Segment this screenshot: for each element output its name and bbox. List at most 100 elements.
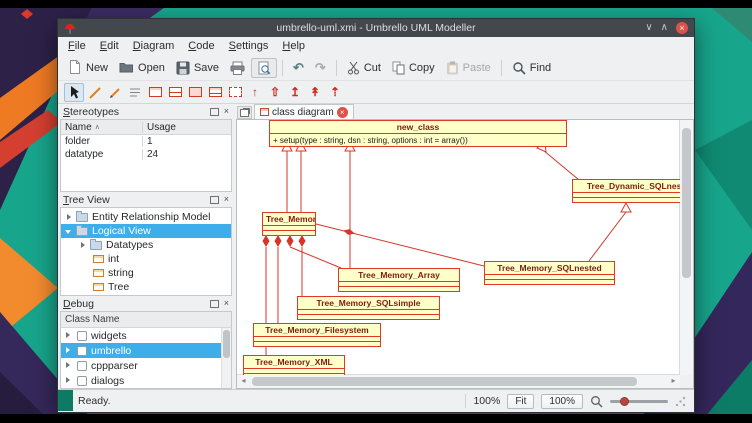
paste-button[interactable]: Paste bbox=[441, 59, 496, 77]
uml-class-tree-memory[interactable]: Tree_Memory bbox=[262, 212, 316, 236]
dock-float-icon[interactable] bbox=[210, 300, 219, 308]
checkbox[interactable] bbox=[77, 361, 87, 371]
debug-column-header[interactable]: Class Name bbox=[60, 311, 232, 328]
new-button[interactable]: New bbox=[63, 58, 113, 77]
horizontal-scrollbar[interactable]: ◂ ▸ bbox=[237, 374, 680, 388]
cut-button[interactable]: Cut bbox=[342, 59, 386, 77]
find-button[interactable]: Find bbox=[507, 59, 556, 77]
uml-class-tree-memory-array[interactable]: Tree_Memory_Array bbox=[338, 268, 460, 292]
dock-close-icon[interactable]: × bbox=[224, 299, 229, 308]
expander-icon[interactable] bbox=[64, 376, 73, 385]
tab-close-icon[interactable]: × bbox=[337, 107, 348, 118]
uml-class-new-class[interactable]: new_class + setup(type : string, dsn : s… bbox=[269, 120, 567, 147]
copy-button[interactable]: Copy bbox=[387, 59, 440, 77]
table-row[interactable]: datatype 24 bbox=[61, 148, 231, 161]
tree-item-string[interactable]: string bbox=[61, 266, 231, 280]
package-tool-button[interactable] bbox=[226, 84, 244, 101]
tree-item-logical-view[interactable]: Logical View bbox=[61, 224, 231, 238]
menu-help[interactable]: Help bbox=[275, 39, 312, 53]
window-title: umbrello-uml.xmi - Umbrello UML Modeller bbox=[58, 22, 694, 34]
text-tool-button[interactable] bbox=[126, 84, 144, 101]
expander-icon[interactable] bbox=[65, 213, 74, 222]
dock-close-icon[interactable]: × bbox=[224, 195, 229, 204]
close-icon[interactable]: × bbox=[676, 22, 688, 34]
expander-icon[interactable] bbox=[64, 361, 73, 370]
save-button[interactable]: Save bbox=[171, 59, 224, 77]
dependency-tool-button[interactable]: ⇡ bbox=[326, 84, 344, 101]
line-tool-button[interactable] bbox=[86, 84, 104, 101]
debug-scrollbar[interactable] bbox=[221, 328, 231, 388]
desktop: umbrello-uml.xmi - Umbrello UML Modeller… bbox=[0, 0, 752, 423]
toolbar-separator bbox=[282, 60, 283, 76]
maximize-icon[interactable]: ∧ bbox=[661, 19, 668, 37]
menu-edit[interactable]: Edit bbox=[93, 39, 126, 53]
checkbox[interactable] bbox=[77, 331, 87, 341]
composition-tool-button[interactable]: ↟ bbox=[306, 84, 324, 101]
enum-tool-button[interactable] bbox=[206, 84, 224, 101]
zoom-reset-button[interactable]: 100% bbox=[541, 394, 583, 409]
expander-icon[interactable] bbox=[65, 227, 74, 236]
checkbox[interactable] bbox=[77, 376, 87, 386]
dock-float-icon[interactable] bbox=[210, 196, 219, 204]
pen-tool-button[interactable] bbox=[106, 84, 124, 101]
redo-icon: ↷ bbox=[315, 60, 326, 76]
stereotypes-table-header[interactable]: Name∧ Usage bbox=[61, 120, 231, 135]
datatype-tool-button[interactable] bbox=[186, 84, 204, 101]
uml-class-tree-memory-filesystem[interactable]: Tree_Memory_Filesystem bbox=[253, 323, 381, 347]
dock-float-icon[interactable] bbox=[210, 108, 219, 116]
resize-grip[interactable] bbox=[675, 396, 686, 407]
scroll-right-icon[interactable]: ▸ bbox=[667, 375, 680, 387]
redo-button[interactable]: ↷ bbox=[310, 58, 331, 78]
interface-tool-button[interactable] bbox=[166, 84, 184, 101]
table-row[interactable]: folder 1 bbox=[61, 135, 231, 148]
print-button[interactable] bbox=[225, 59, 250, 77]
expander-icon[interactable] bbox=[64, 346, 73, 355]
checkbox[interactable] bbox=[77, 346, 87, 356]
uml-class-tree-dynamic-sqlnest[interactable]: Tree_Dynamic_SQLnest bbox=[572, 179, 680, 203]
zoom-icon[interactable] bbox=[590, 395, 603, 408]
tab-class-diagram[interactable]: class diagram × bbox=[254, 104, 354, 119]
generalization-tool-button[interactable]: ⇧ bbox=[266, 84, 284, 101]
fit-button[interactable]: Fit bbox=[507, 394, 534, 409]
uml-class-tree-memory-sqlnested[interactable]: Tree_Memory_SQLnested bbox=[484, 261, 615, 285]
vertical-scrollbar[interactable] bbox=[679, 120, 693, 375]
letterbox-bottom bbox=[0, 414, 752, 423]
tree-item-entity-relationship-model[interactable]: Entity Relationship Model bbox=[61, 210, 231, 224]
tree-item-datatypes[interactable]: Datatypes bbox=[61, 238, 231, 252]
uml-class-tree-memory-xml[interactable]: Tree_Memory_XML bbox=[243, 355, 345, 375]
debug-dock-header[interactable]: Debug × bbox=[60, 296, 232, 311]
print-preview-button[interactable] bbox=[251, 58, 277, 78]
scrollbar-thumb[interactable] bbox=[252, 377, 637, 386]
titlebar[interactable]: umbrello-uml.xmi - Umbrello UML Modeller… bbox=[58, 19, 694, 37]
aggregation-tool-button[interactable]: ↥ bbox=[286, 84, 304, 101]
minimize-icon[interactable]: ∨ bbox=[645, 19, 652, 37]
select-tool-button[interactable] bbox=[64, 83, 84, 102]
stereotypes-dock-header[interactable]: Stereotypes × bbox=[60, 104, 232, 119]
debug-item-cppparser[interactable]: cppparser bbox=[61, 358, 231, 373]
dock-close-icon[interactable]: × bbox=[224, 107, 229, 116]
uml-class-tree-memory-sqlsimple[interactable]: Tree_Memory_SQLsimple bbox=[297, 296, 440, 320]
association-tool-button[interactable]: ↑ bbox=[246, 84, 264, 101]
menu-file[interactable]: File bbox=[61, 39, 93, 53]
scrollbar-thumb[interactable] bbox=[223, 330, 230, 358]
scroll-left-icon[interactable]: ◂ bbox=[237, 375, 250, 387]
tree-item-tree[interactable]: Tree bbox=[61, 280, 231, 294]
class-tool-button[interactable] bbox=[146, 84, 164, 101]
expander-icon[interactable] bbox=[64, 331, 73, 340]
zoom-slider[interactable] bbox=[610, 394, 668, 408]
tree-view-dock-header[interactable]: Tree View × bbox=[60, 192, 232, 207]
menu-settings[interactable]: Settings bbox=[222, 39, 276, 53]
expander-icon[interactable] bbox=[79, 241, 88, 250]
detach-tab-button[interactable] bbox=[237, 106, 252, 119]
slider-handle[interactable] bbox=[620, 397, 629, 406]
scrollbar-thumb[interactable] bbox=[682, 128, 691, 278]
menu-code[interactable]: Code bbox=[181, 39, 221, 53]
menu-diagram[interactable]: Diagram bbox=[126, 39, 182, 53]
debug-item-dialogs[interactable]: dialogs bbox=[61, 373, 231, 388]
undo-button[interactable]: ↶ bbox=[288, 58, 309, 78]
debug-item-umbrello[interactable]: umbrello bbox=[61, 343, 231, 358]
open-button[interactable]: Open bbox=[114, 59, 170, 76]
debug-item-widgets[interactable]: widgets bbox=[61, 328, 231, 343]
tree-item-int[interactable]: int bbox=[61, 252, 231, 266]
diagram-canvas[interactable]: new_class + setup(type : string, dsn : s… bbox=[237, 120, 680, 375]
